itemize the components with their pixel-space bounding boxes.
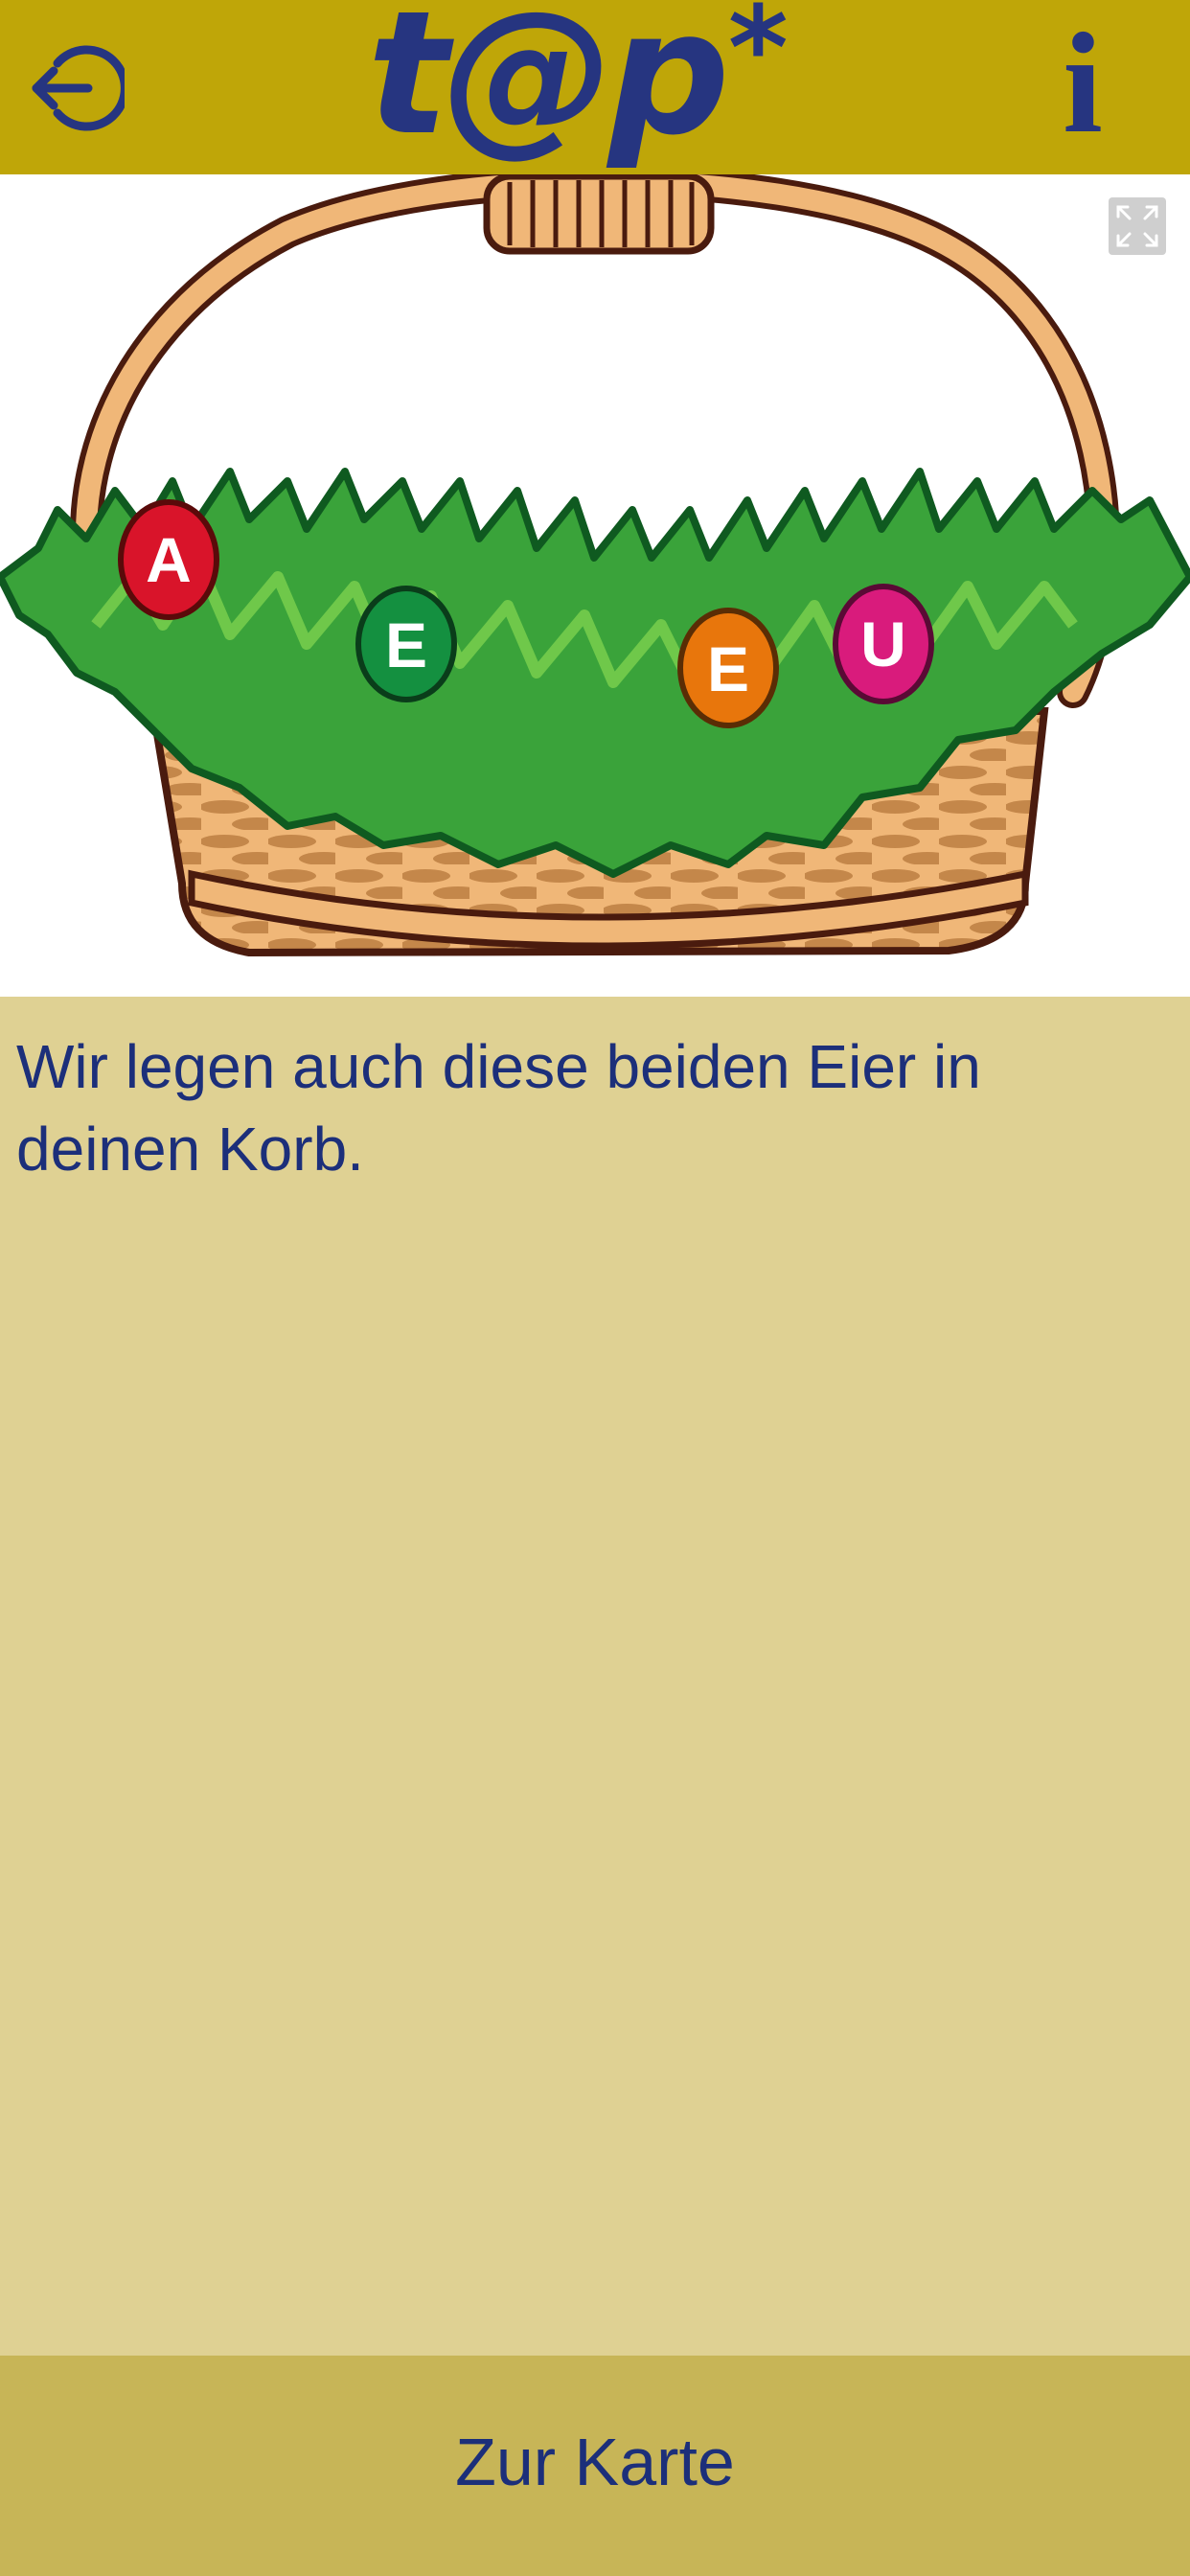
top-bar: t@p * i: [0, 0, 1190, 174]
egg-letter: U: [860, 609, 906, 679]
egg-letter: E: [385, 610, 427, 680]
logo-text: t@p: [367, 0, 730, 172]
egg-letter: A: [146, 524, 192, 595]
to-map-button[interactable]: Zur Karte: [0, 2356, 1190, 2576]
egg-e-green: E: [355, 586, 457, 702]
back-button[interactable]: [29, 40, 125, 136]
to-map-label: Zur Karte: [455, 2425, 735, 2499]
egg-u: U: [833, 584, 934, 704]
egg-e-orange: E: [677, 608, 779, 728]
task-image: A E E U: [0, 174, 1190, 997]
task-text-area: Wir legen auch diese beiden Eier in dein…: [0, 997, 1190, 2356]
easter-basket-illustration: A E E U: [0, 174, 1190, 957]
basket-handle-wrap: [483, 174, 715, 255]
info-button[interactable]: i: [1044, 12, 1121, 155]
app-logo: t@p *: [367, 0, 788, 171]
expand-image-button[interactable]: [1109, 197, 1166, 255]
task-message: Wir legen auch diese beiden Eier in dein…: [16, 1032, 981, 1184]
fullscreen-icon: [1116, 205, 1158, 247]
logo-star: *: [727, 0, 789, 116]
logout-arrow-icon: [32, 45, 125, 131]
egg-a: A: [118, 499, 219, 620]
egg-letter: E: [707, 633, 749, 704]
